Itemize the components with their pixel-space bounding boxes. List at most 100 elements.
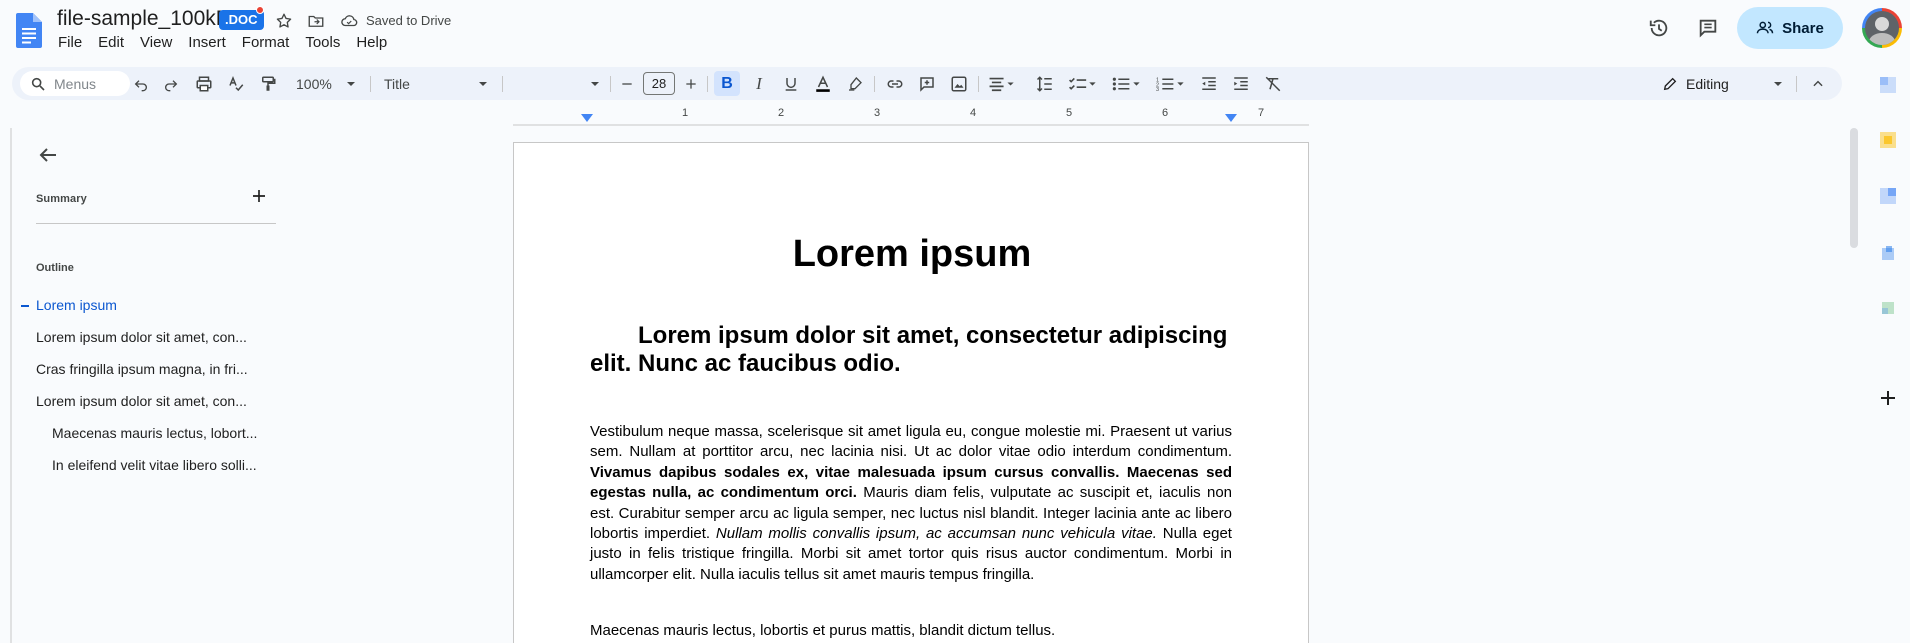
clear-formatting-icon[interactable] (1260, 67, 1286, 100)
get-add-ons-icon[interactable] (1878, 388, 1898, 408)
save-status: Saved to Drive (366, 13, 452, 28)
document-title-heading[interactable]: Lorem ipsum (514, 233, 1310, 276)
right-indent-marker-icon[interactable] (1224, 113, 1238, 125)
left-indent-marker-icon[interactable] (580, 113, 594, 125)
comments-icon[interactable] (1694, 14, 1722, 42)
ruler-number: 2 (778, 107, 785, 119)
summary-divider (36, 223, 276, 224)
summary-heading: Summary (36, 193, 87, 205)
document-page[interactable]: Lorem ipsum Lorem ipsum dolor sit amet, … (513, 142, 1309, 643)
paragraph-italic-text: Nullam mollis convallis ipsum, ac accums… (715, 525, 1157, 543)
line-spacing-icon[interactable] (1032, 67, 1058, 100)
ruler-number: 5 (1066, 107, 1073, 119)
add-comment-icon[interactable] (914, 67, 940, 100)
pencil-icon (1663, 77, 1677, 90)
calendar-app-icon[interactable] (1878, 75, 1898, 95)
menu-edit[interactable]: Edit (98, 34, 132, 52)
star-icon[interactable] (273, 10, 295, 32)
outline-item[interactable]: Maecenas mauris lectus, lobort... (52, 425, 257, 441)
numbered-list-icon[interactable]: 123 (1152, 67, 1190, 100)
toolbar: 100% Title 28 B I (12, 67, 1842, 100)
toolbar-divider (874, 76, 875, 92)
outline-item[interactable]: Lorem ipsum (36, 297, 117, 313)
horizontal-ruler[interactable]: 1 2 3 4 5 6 7 (0, 105, 1850, 127)
contacts-app-icon[interactable] (1878, 244, 1898, 264)
vertical-ruler[interactable] (0, 128, 12, 643)
menu-bar: File Edit View Insert Format Tools Help (58, 34, 403, 52)
underline-icon[interactable] (778, 67, 804, 100)
add-summary-icon[interactable] (250, 187, 268, 205)
editing-mode-select[interactable]: Editing (1652, 71, 1792, 96)
caret-down-icon (591, 81, 599, 86)
zoom-select[interactable]: 100% (290, 71, 362, 96)
spellcheck-icon[interactable] (222, 67, 250, 100)
cloud-saved-icon[interactable] (338, 10, 360, 32)
toolbar-divider (370, 76, 371, 92)
ruler-ticks (513, 124, 1309, 126)
toolbar-divider (1796, 76, 1797, 92)
caret-down-icon (479, 81, 487, 86)
redo-icon[interactable] (158, 67, 184, 100)
increase-indent-icon[interactable] (1228, 67, 1254, 100)
collapse-menus-icon[interactable] (1805, 67, 1831, 100)
outline-item[interactable]: Lorem ipsum dolor sit amet, con... (36, 329, 247, 345)
paint-format-icon[interactable] (254, 67, 282, 100)
print-icon[interactable] (190, 67, 218, 100)
search-icon (31, 77, 45, 91)
editing-mode-label: Editing (1686, 75, 1729, 92)
undo-icon[interactable] (128, 67, 154, 100)
vertical-scrollbar[interactable] (1850, 128, 1858, 248)
increase-font-size-icon[interactable] (679, 67, 703, 100)
outline-item[interactable]: Lorem ipsum dolor sit amet, con... (36, 393, 247, 409)
checklist-icon[interactable] (1064, 67, 1102, 100)
caret-down-icon (1773, 81, 1782, 86)
menu-format[interactable]: Format (242, 34, 298, 52)
menu-tools[interactable]: Tools (305, 34, 348, 52)
text-color-icon[interactable] (810, 67, 836, 100)
font-size-input[interactable]: 28 (643, 72, 675, 95)
menu-insert[interactable]: Insert (188, 34, 234, 52)
document-paragraph[interactable]: Vestibulum neque massa, scelerisque sit … (590, 422, 1232, 585)
bulleted-list-icon[interactable] (1108, 67, 1146, 100)
document-heading-1[interactable]: Lorem ipsum dolor sit amet, consectetur … (590, 322, 1232, 378)
version-history-icon[interactable] (1645, 14, 1673, 42)
insert-link-icon[interactable] (882, 67, 908, 100)
ruler-number: 7 (1258, 107, 1265, 119)
ruler-number: 3 (874, 107, 881, 119)
tasks-app-icon[interactable] (1878, 186, 1898, 206)
paragraph-style-select[interactable]: Title (378, 71, 494, 96)
outline-heading: Outline (36, 262, 74, 274)
caret-down-icon (347, 81, 355, 86)
svg-text:3: 3 (1156, 87, 1159, 92)
menu-view[interactable]: View (140, 34, 180, 52)
keep-app-icon[interactable] (1878, 130, 1898, 150)
italic-icon[interactable]: I (746, 67, 772, 100)
outline-item[interactable]: Cras fringilla ipsum magna, in fri... (36, 361, 248, 377)
docs-logo-icon[interactable] (16, 13, 42, 48)
insert-image-icon[interactable] (946, 67, 972, 100)
decrease-font-size-icon[interactable] (615, 67, 639, 100)
font-select[interactable] (510, 71, 606, 96)
highlight-color-icon[interactable] (842, 67, 868, 100)
menus-search-input[interactable] (54, 75, 124, 92)
account-avatar[interactable] (1862, 8, 1902, 48)
zoom-value: 100% (296, 75, 332, 92)
toolbar-divider (610, 76, 611, 92)
align-menu-icon[interactable] (984, 67, 1020, 100)
document-title[interactable]: file-sample_100kB (57, 7, 230, 31)
share-button[interactable]: Share (1737, 7, 1843, 49)
share-label: Share (1782, 19, 1824, 37)
decrease-indent-icon[interactable] (1196, 67, 1222, 100)
toolbar-divider (502, 76, 503, 92)
move-folder-icon[interactable] (305, 10, 327, 32)
maps-app-icon[interactable] (1878, 298, 1898, 318)
menus-search[interactable] (20, 71, 130, 96)
paragraph-text: Vestibulum neque massa, scelerisque sit … (590, 423, 1232, 461)
toolbar-divider (707, 76, 708, 92)
document-paragraph[interactable]: Maecenas mauris lectus, lobortis et puru… (590, 621, 1232, 641)
menu-help[interactable]: Help (356, 34, 395, 52)
outline-item[interactable]: In eleifend velit vitae libero solli... (52, 457, 257, 473)
back-arrow-icon[interactable] (36, 143, 60, 167)
bold-icon[interactable]: B (714, 71, 740, 96)
menu-file[interactable]: File (58, 34, 90, 52)
